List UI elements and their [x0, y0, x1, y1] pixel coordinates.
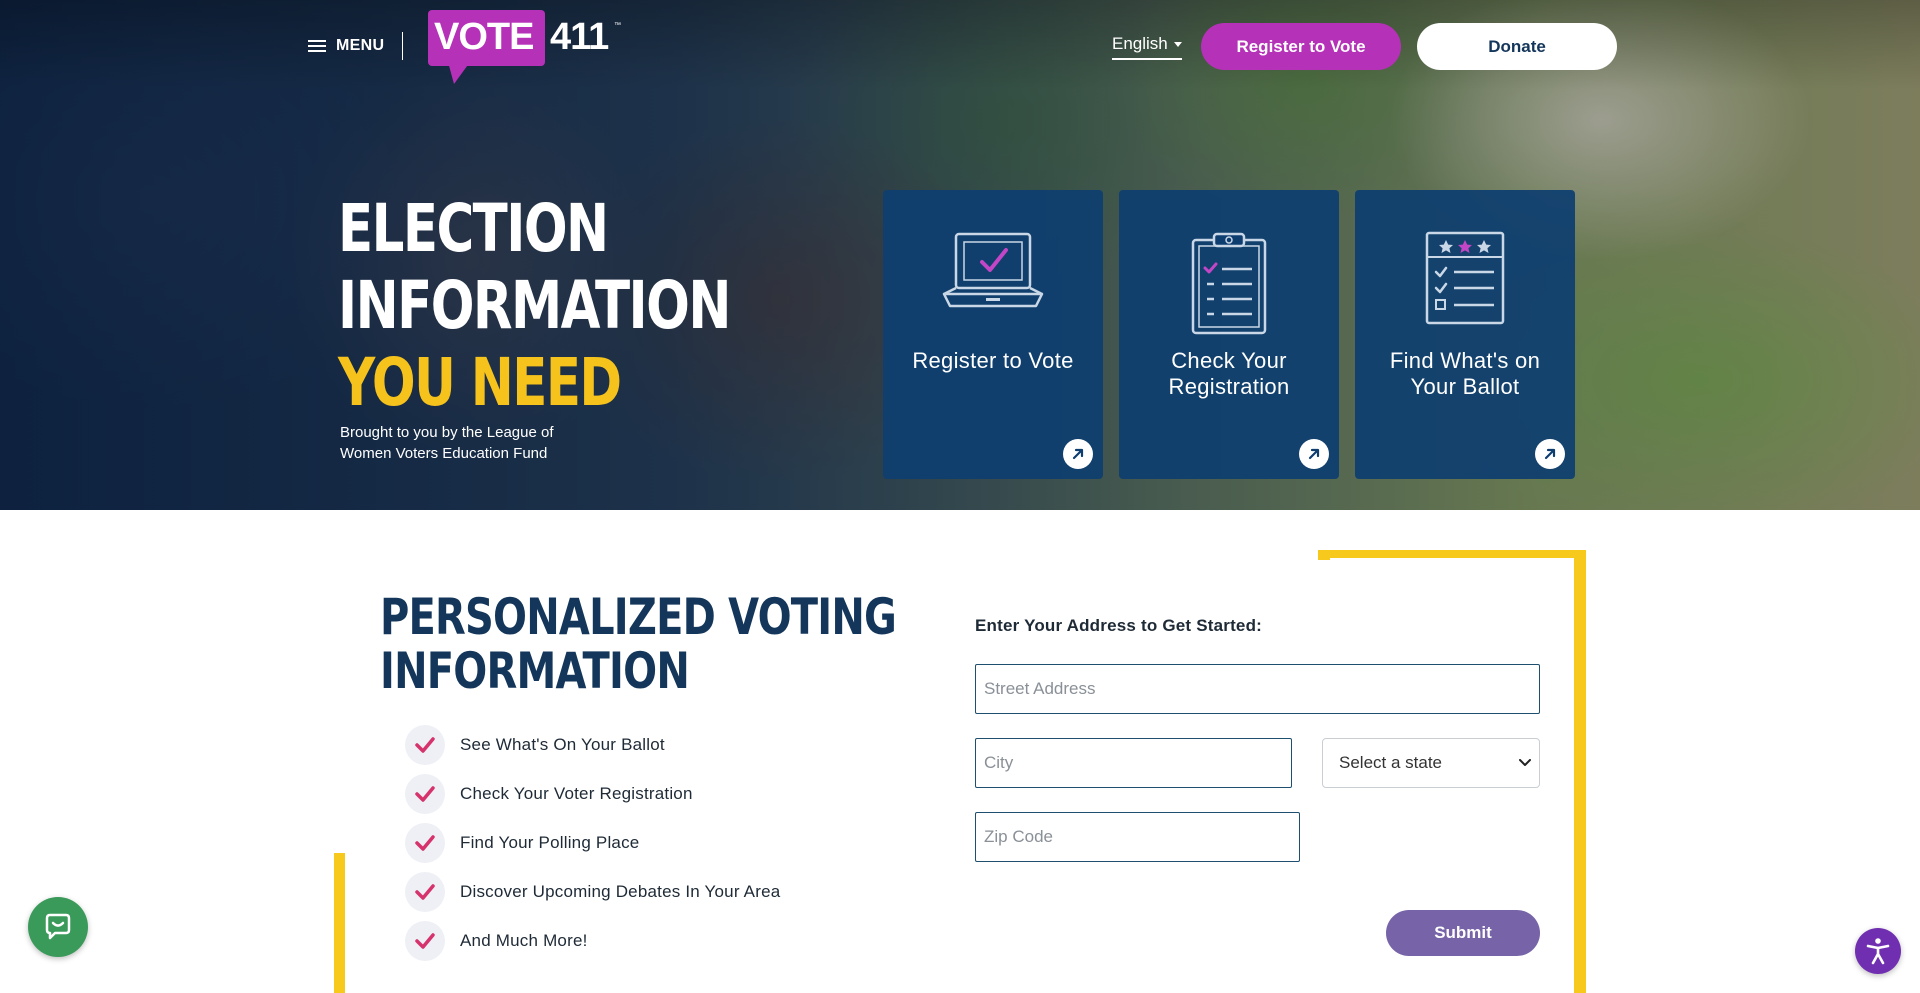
menu-button[interactable]: MENU	[308, 34, 384, 58]
street-address-input[interactable]	[975, 664, 1540, 714]
menu-label: MENU	[336, 37, 385, 54]
tile-find-whats-on-your-ballot[interactable]: Find What's on Your Ballot	[1355, 190, 1575, 479]
state-select-value: Select a state	[1339, 753, 1443, 772]
list-item-text: Discover Upcoming Debates In Your Area	[460, 881, 781, 901]
zip-code-input[interactable]	[975, 812, 1300, 862]
clipboard-checklist-icon	[1190, 230, 1268, 340]
hero-title: ELECTION INFORMATION YOU NEED	[338, 190, 731, 421]
checkmark-icon	[405, 822, 445, 863]
hero-title-line-3: YOU NEED	[338, 344, 622, 421]
city-input[interactable]	[975, 738, 1292, 788]
logo-vote-text: VOTE	[434, 16, 534, 58]
tile-label: Register to Vote	[912, 348, 1074, 373]
checkmark-icon	[405, 773, 445, 814]
decorative-yellow-bar-right	[1574, 550, 1586, 993]
list-item: See What's On Your Ballot	[405, 720, 780, 769]
vote411-logo[interactable]: VOTE 411 ™	[428, 10, 623, 84]
list-item-text: Find Your Polling Place	[460, 832, 640, 852]
caret-down-icon	[1173, 41, 1182, 47]
chevron-down-icon	[1519, 759, 1531, 766]
hero-title-line-1: ELECTION	[338, 190, 609, 267]
arrow-up-right-icon	[1063, 439, 1093, 469]
benefits-list: See What's On Your Ballot Check Your Vot…	[405, 720, 780, 965]
chat-icon	[45, 913, 71, 940]
chat-widget-button[interactable]	[28, 897, 88, 957]
state-select[interactable]: Select a state	[1322, 738, 1540, 788]
language-selector[interactable]: English	[1112, 34, 1182, 60]
list-item-text: Check Your Voter Registration	[460, 783, 693, 803]
hero-subtitle: Brought to you by the League of Women Vo…	[340, 424, 554, 462]
list-item: Check Your Voter Registration	[405, 769, 780, 818]
accessibility-widget-button[interactable]	[1855, 928, 1901, 974]
logo-trademark: ™	[614, 22, 621, 29]
section-title-line-2: INFORMATION	[380, 642, 690, 700]
checkmark-icon	[405, 871, 445, 912]
hamburger-icon	[308, 39, 326, 53]
tile-check-your-registration[interactable]: Check Your Registration	[1119, 190, 1339, 479]
submit-button[interactable]: Submit	[1386, 910, 1540, 956]
tile-label: Check Your Registration	[1168, 348, 1290, 399]
section-title-line-1: PERSONALIZED VOTING	[380, 588, 897, 646]
donate-button[interactable]: Donate	[1417, 23, 1617, 70]
header-divider	[402, 32, 403, 60]
section-title: PERSONALIZED VOTING INFORMATION	[380, 588, 897, 700]
checkmark-icon	[405, 724, 445, 765]
ballot-list-icon	[1424, 230, 1506, 330]
header-shade	[0, 0, 1920, 90]
checkmark-icon	[405, 920, 445, 961]
decorative-white-line	[1330, 558, 1576, 560]
arrow-up-right-icon	[1299, 439, 1329, 469]
logo-411-text: 411	[550, 16, 609, 58]
register-to-vote-button[interactable]: Register to Vote	[1201, 23, 1401, 70]
logo-bubble-tail	[448, 62, 470, 84]
list-item-text: See What's On Your Ballot	[460, 734, 665, 754]
list-item: And Much More!	[405, 916, 780, 965]
list-item: Discover Upcoming Debates In Your Area	[405, 867, 780, 916]
tile-label: Find What's on Your Ballot	[1389, 348, 1541, 399]
hero-banner: MENU VOTE 411 ™ English Register to Vote…	[0, 0, 1920, 510]
list-item: Find Your Polling Place	[405, 818, 780, 867]
list-item-text: And Much More!	[460, 930, 588, 950]
arrow-up-right-icon	[1535, 439, 1565, 469]
language-label: English	[1112, 34, 1168, 53]
accessibility-icon	[1866, 938, 1890, 965]
decorative-yellow-bar-left	[334, 853, 345, 993]
laptop-check-icon	[940, 230, 1046, 314]
address-form-heading: Enter Your Address to Get Started:	[975, 616, 1263, 635]
tile-register-to-vote[interactable]: Register to Vote	[883, 190, 1103, 479]
hero-title-line-2: INFORMATION	[338, 267, 731, 344]
